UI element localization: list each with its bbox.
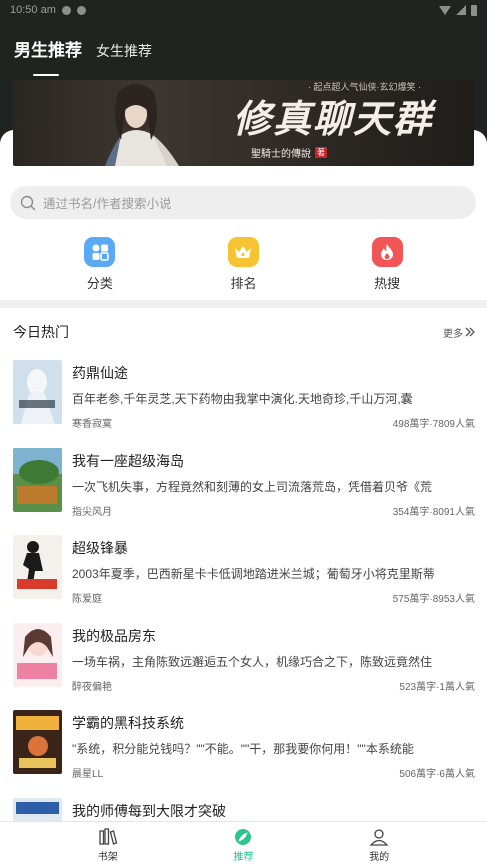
list-item[interactable]: 我有一座超级海岛 一次飞机失事，方程竟然和刻薄的女上司流落荒岛，凭借着贝爷《荒 … [13,446,475,534]
gender-tabs: 男生推荐 女生推荐 [14,36,152,76]
tab-male-recommend[interactable]: 男生推荐 [14,36,82,76]
wifi-icon [439,5,451,15]
book-description: "系统，积分能兑钱吗？""不能。""干，那我要你何用！""本系统能 [72,742,414,756]
status-bar: 10:50 am [0,0,487,20]
book-cover [13,622,62,687]
nav-recommend[interactable]: 推荐 [213,822,273,866]
quick-ranking-label: 排名 [230,276,257,291]
book-author: 醉夜偏艳 [72,681,112,693]
feather-icon [235,829,252,845]
book-title: 超级锋暴 [72,540,128,556]
quick-entries: 分类 排名 热搜 [0,237,487,292]
banner-seal: 著 [315,147,327,158]
quick-hot-search[interactable]: 热搜 [347,237,427,292]
quick-ranking[interactable]: 排名 [203,237,283,292]
book-cover [13,535,62,599]
double-chevron-right-icon [465,327,475,337]
bookshelf-icon [99,828,118,845]
list-item[interactable]: 药鼎仙途 百年老参,千年灵芝,天下药物由我掌中演化.天地奇珍,千山万河,囊 寒香… [13,358,475,446]
book-title: 我有一座超级海岛 [72,452,184,469]
bottom-nav: 书架 推荐 我的 [0,821,487,866]
settings-status-icon [76,5,86,15]
tab-female-recommend[interactable]: 女生推荐 [96,41,152,63]
nav-mine[interactable]: 我的 [349,822,409,866]
section-divider [0,300,487,308]
section-title: 今日热门 [13,324,69,340]
banner-author: 聖騎士的傳說 著 [251,145,327,160]
battery-icon [471,4,477,16]
user-icon [369,829,389,846]
signal-icon [456,5,466,15]
active-tab-indicator [33,74,59,76]
book-title: 我的极品房东 [72,627,156,644]
banner-title: 修真聊天群 [233,96,434,141]
list-item[interactable]: 超级锋暴 2003年夏季，巴西新星卡卡低调地踏进米兰城；葡萄牙小将克里斯蒂 陈爱… [13,533,475,621]
today-hot-header: 今日热门 更多 [13,322,475,342]
notification-icon [61,5,71,15]
crown-icon [227,237,259,267]
book-stats: 506萬字·6萬人氣 [399,769,475,780]
search-icon [20,195,36,210]
more-link[interactable]: 更多 [443,325,475,340]
book-title: 药鼎仙途 [72,365,128,381]
book-author: 寒香寂寞 [72,419,112,430]
quick-category-label: 分类 [86,276,113,291]
flame-icon [371,237,403,267]
book-description: 一场车祸，主角陈致远邂逅五个女人，机缘巧合之下，陈致远竟然住 [72,654,433,669]
category-icon [84,237,116,267]
book-stats: 575萬字·8953人氣 [392,594,475,605]
nav-mine-label: 我的 [369,852,390,863]
book-stats: 523萬字·1萬人氣 [399,681,475,693]
book-author: 陈爱庭 [72,594,102,605]
book-author: 指尖风月 [72,506,112,518]
book-description: 一次飞机失事，方程竟然和刻薄的女上司流落荒岛，凭借着贝爷《荒 [72,479,433,494]
list-item[interactable]: 我的极品房东 一场车祸，主角陈致远邂逅五个女人，机缘巧合之下，陈致远竟然住 醉夜… [13,621,475,709]
book-description: 百年老参,千年灵芝,天下药物由我掌中演化.天地奇珍,千山万河,囊 [72,392,413,406]
book-cover [13,710,62,774]
quick-hot-search-label: 热搜 [374,276,401,291]
more-label: 更多 [443,328,463,340]
book-stats: 354萬字·8091人氣 [392,506,475,518]
book-cover [13,360,62,424]
tab-female-label: 女生推荐 [96,43,152,59]
promo-banner[interactable]: · 起点超人气仙侠·玄幻爆笑 · 修真聊天群 聖騎士的傳說 著 [13,80,474,166]
book-title: 学霸的黑科技系统 [72,715,184,731]
nav-bookshelf[interactable]: 书架 [78,822,138,866]
book-list: 药鼎仙途 百年老参,千年灵芝,天下药物由我掌中演化.天地奇珍,千山万河,囊 寒香… [13,358,475,866]
search-placeholder: 通过书名/作者搜索小说 [43,197,172,211]
book-title: 我的师傅每到大限才突破 [72,802,226,819]
book-stats: 498萬字·7809人氣 [392,419,475,430]
tab-male-label: 男生推荐 [14,41,82,60]
nav-recommend-label: 推荐 [233,852,254,863]
status-time: 10:50 am [10,4,56,16]
list-item[interactable]: 学霸的黑科技系统 "系统，积分能兑钱吗？""不能。""干，那我要你何用！""本系… [13,708,475,796]
book-description: 2003年夏季，巴西新星卡卡低调地踏进米兰城；葡萄牙小将克里斯蒂 [72,567,435,581]
banner-author-name: 聖騎士的傳說 [251,149,311,160]
book-author: 晨星LL [72,769,104,780]
book-cover [13,447,62,512]
quick-category[interactable]: 分类 [60,237,140,292]
banner-character-image [105,84,179,166]
nav-bookshelf-label: 书架 [97,852,118,863]
search-input[interactable]: 通过书名/作者搜索小说 [10,186,476,219]
